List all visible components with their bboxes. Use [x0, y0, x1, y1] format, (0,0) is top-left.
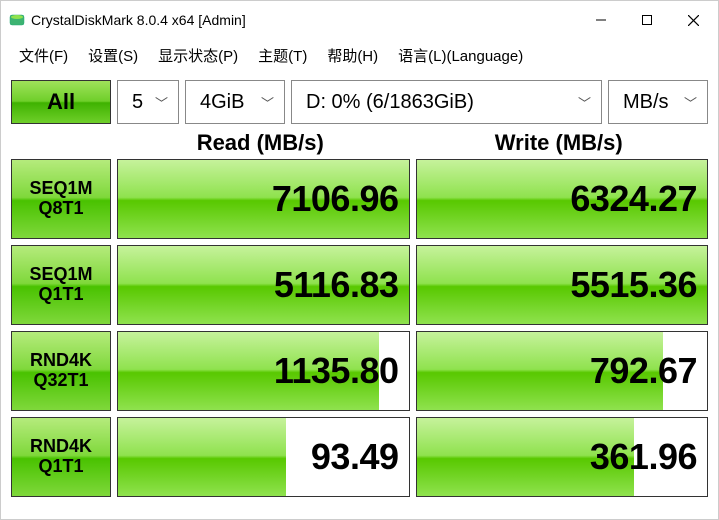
test-line2: Q1T1 [38, 457, 83, 477]
write-value: 361.96 [590, 436, 697, 478]
read-cell: 93.49 [117, 417, 410, 497]
unit-select[interactable]: MB/s ﹀ [608, 80, 708, 124]
result-row: RND4KQ1T1 93.49 361.96 [11, 417, 708, 497]
results-grid: SEQ1MQ8T17106.966324.27SEQ1MQ1T15116.835… [1, 159, 718, 507]
maximize-button[interactable] [624, 1, 670, 39]
write-value: 6324.27 [570, 178, 697, 220]
menu-file[interactable]: 文件(F) [9, 43, 78, 68]
test-button[interactable]: RND4KQ1T1 [11, 417, 111, 497]
test-button[interactable]: SEQ1MQ8T1 [11, 159, 111, 239]
titlebar: CrystalDiskMark 8.0.4 x64 [Admin] [1, 1, 718, 39]
read-value: 1135.80 [274, 350, 399, 392]
test-line1: RND4K [30, 351, 92, 371]
count-value: 5 [132, 91, 143, 114]
write-value: 5515.36 [570, 264, 697, 306]
close-button[interactable] [670, 1, 716, 39]
test-button[interactable]: SEQ1MQ1T1 [11, 245, 111, 325]
read-cell: 5116.83 [117, 245, 410, 325]
test-button[interactable]: RND4KQ32T1 [11, 331, 111, 411]
chevron-down-icon: ﹀ [684, 93, 697, 112]
result-row: SEQ1MQ1T1 5116.83 5515.36 [11, 245, 708, 325]
write-cell: 792.67 [416, 331, 709, 411]
read-value: 93.49 [311, 436, 399, 478]
menu-language[interactable]: 语言(L)(Language) [388, 43, 533, 68]
count-select[interactable]: 5 ﹀ [117, 80, 179, 124]
test-line1: SEQ1M [29, 265, 92, 285]
write-cell: 6324.27 [416, 159, 709, 239]
test-line1: RND4K [30, 437, 92, 457]
read-cell: 1135.80 [117, 331, 410, 411]
menu-theme[interactable]: 主题(T) [248, 43, 317, 68]
read-fill [118, 418, 286, 496]
chevron-down-icon: ﹀ [578, 93, 591, 112]
menu-settings[interactable]: 设置(S) [78, 43, 148, 68]
menubar: 文件(F) 设置(S) 显示状态(P) 主题(T) 帮助(H) 语言(L)(La… [1, 39, 718, 71]
chevron-down-icon: ﹀ [261, 93, 274, 112]
write-value: 792.67 [590, 350, 697, 392]
test-line1: SEQ1M [29, 179, 92, 199]
write-cell: 5515.36 [416, 245, 709, 325]
read-value: 5116.83 [274, 264, 399, 306]
drive-select[interactable]: D: 0% (6/1863GiB) ﹀ [291, 80, 602, 124]
menu-display[interactable]: 显示状态(P) [148, 43, 248, 68]
menu-help[interactable]: 帮助(H) [317, 43, 388, 68]
header-write: Write (MB/s) [410, 130, 709, 156]
read-cell: 7106.96 [117, 159, 410, 239]
all-button-label: All [47, 89, 75, 115]
write-cell: 361.96 [416, 417, 709, 497]
chevron-down-icon: ﹀ [155, 93, 168, 112]
window-title: CrystalDiskMark 8.0.4 x64 [Admin] [31, 12, 246, 28]
column-headers: Read (MB/s) Write (MB/s) [1, 126, 718, 159]
test-line2: Q8T1 [38, 199, 83, 219]
toolbar: All 5 ﹀ 4GiB ﹀ D: 0% (6/1863GiB) ﹀ MB/s … [1, 71, 718, 126]
minimize-button[interactable] [578, 1, 624, 39]
test-line2: Q32T1 [33, 371, 88, 391]
size-select[interactable]: 4GiB ﹀ [185, 80, 285, 124]
read-value: 7106.96 [272, 178, 399, 220]
drive-value: D: 0% (6/1863GiB) [306, 91, 474, 114]
test-line2: Q1T1 [38, 285, 83, 305]
result-row: SEQ1MQ8T1 7106.96 6324.27 [11, 159, 708, 239]
app-window: CrystalDiskMark 8.0.4 x64 [Admin] 文件(F) … [0, 0, 719, 520]
result-row: RND4KQ32T1 1135.80 792.67 [11, 331, 708, 411]
unit-value: MB/s [623, 91, 669, 114]
app-icon [9, 12, 25, 28]
all-button[interactable]: All [11, 80, 111, 124]
size-value: 4GiB [200, 91, 244, 114]
window-controls [578, 1, 716, 39]
header-read: Read (MB/s) [111, 130, 410, 156]
